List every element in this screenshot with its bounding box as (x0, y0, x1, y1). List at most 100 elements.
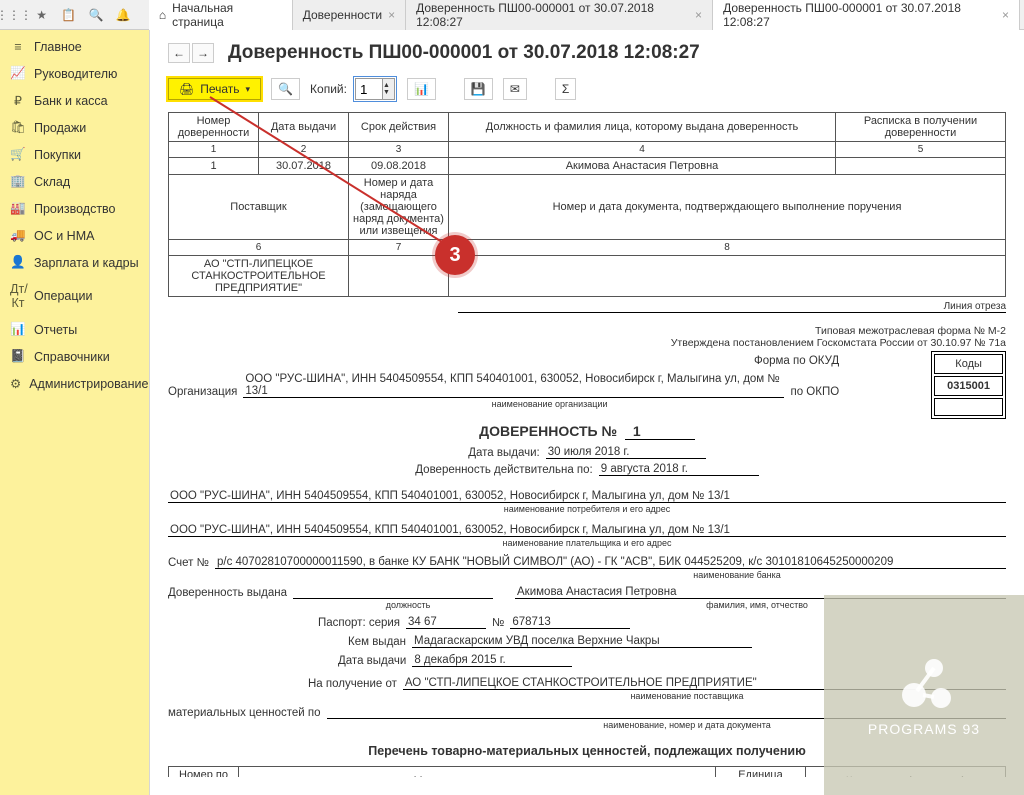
goods-label: материальных ценностей по (168, 707, 321, 719)
issued-label: Доверенность выдана (168, 587, 287, 599)
cell: 1 (169, 142, 259, 158)
bell-icon[interactable]: 🔔 (114, 5, 133, 25)
cell: 30.07.2018 (259, 158, 349, 175)
sidebar-icon: Дт/Кт (10, 282, 26, 310)
sidebar: ≡Главное📈Руководителю ₽ Банк и касса 🛍 Прода… (0, 30, 150, 795)
watermark: PROGRAMS 93 (824, 595, 1024, 795)
sidebar-icon: 🏭 (10, 201, 26, 216)
page-title: Доверенность ПШ00-000001 от 30.07.2018 1… (228, 42, 700, 64)
tab-label: Доверенность ПШ00-000001 от 30.07.2018 1… (416, 1, 689, 29)
preview-button[interactable]: 🔍 (271, 78, 300, 100)
passport-date-value: 8 декабря 2015 г. (412, 654, 572, 667)
sidebar-label: Продажи (34, 121, 86, 135)
sidebar-icon: 🏢 (10, 174, 26, 189)
sidebar-item-6[interactable]: 🏭 Производство (0, 195, 149, 222)
account-label: Счет № (168, 557, 209, 569)
cell: Акимова Анастасия Петровна (449, 158, 836, 175)
sidebar-label: Банк и касса (34, 94, 108, 108)
cell: Единица измерения (716, 767, 806, 778)
okud-label: Форма по ОКУД (754, 355, 839, 367)
cell (836, 158, 1006, 175)
consumer-value: ООО "РУС-ШИНА", ИНН 5404509554, КПП 5404… (168, 490, 1006, 503)
sidebar-item-2[interactable]: ₽ Банк и касса (0, 87, 149, 114)
sidebar-label: Покупки (34, 148, 81, 162)
sidebar-item-8[interactable]: 👤Зарплата и кадры (0, 249, 149, 276)
sidebar-label: Производство (34, 202, 116, 216)
excel-button[interactable]: 📊 (407, 78, 436, 100)
passport-num: 678713 (510, 616, 630, 629)
cell: Материальные ценности (239, 767, 716, 778)
sidebar-icon: ₽ (10, 93, 26, 108)
home-icon: ⌂ (159, 8, 166, 22)
sidebar-label: Операции (34, 289, 92, 303)
copies-spinner[interactable]: ▲▼ (383, 78, 395, 100)
back-button[interactable]: ← (168, 43, 190, 63)
payer-sub: наименование плательщика и его адрес (168, 538, 1006, 548)
cell: Должность и фамилия лица, которому выдан… (449, 113, 836, 142)
sidebar-item-5[interactable]: 🏢 Склад (0, 168, 149, 195)
sidebar-label: Главное (34, 40, 82, 54)
action-bar: 🖨 Печать ▾ 🔍 Копий: ▲▼ 📊 💾 ✉ Σ (150, 70, 1024, 112)
cell: 1 (169, 158, 259, 175)
close-icon[interactable]: × (1002, 8, 1009, 22)
sidebar-item-12[interactable]: ⚙ Администрирование (0, 370, 149, 397)
tab-2[interactable]: Доверенность ПШ00-000001 от 30.07.2018 1… (406, 0, 713, 30)
position-sub: должность (308, 600, 508, 610)
sidebar-item-1[interactable]: 📈Руководителю (0, 60, 149, 87)
sum-button[interactable]: Σ (555, 78, 576, 100)
sidebar-item-3[interactable]: 🛍 Продажи (0, 114, 149, 141)
sidebar-label: Администрирование (29, 377, 148, 391)
cut-line: Линия отреза (458, 297, 1006, 313)
close-icon[interactable]: × (388, 8, 395, 22)
sidebar-item-7[interactable]: 🚚ОС и НМА (0, 222, 149, 249)
tab-3[interactable]: Доверенность ПШ00-000001 от 30.07.2018 1… (713, 0, 1020, 30)
sidebar-icon: 📓 (10, 349, 26, 364)
org-label: Организация (168, 386, 237, 398)
sidebar-item-4[interactable]: 🛒 Покупки (0, 141, 149, 168)
okpo-label: по ОКПО (790, 386, 839, 398)
forward-button[interactable]: → (192, 43, 214, 63)
sidebar-label: Справочники (34, 350, 110, 364)
search-icon[interactable]: 🔍 (86, 5, 105, 25)
doc-title: ДОВЕРЕННОСТЬ № 1 (168, 423, 1006, 440)
close-icon[interactable]: × (695, 8, 702, 22)
sidebar-icon: 📈 (10, 66, 26, 81)
sidebar-icon: 🚚 (10, 228, 26, 243)
cell: Расписка в получении доверенности (836, 113, 1006, 142)
form-note-2: Утверждена постановлением Госкомстата Ро… (168, 337, 1006, 349)
sidebar-item-0[interactable]: ≡Главное (0, 34, 149, 60)
issuedby-value: Мадагаскарским УВД поселка Верхние Чакры (412, 635, 752, 648)
tab-1[interactable]: Доверенности× (293, 0, 406, 30)
tab-label: Доверенность ПШ00-000001 от 30.07.2018 1… (723, 1, 996, 29)
tab-label: Начальная страница (172, 1, 282, 29)
issued-position (293, 598, 493, 599)
copies-input[interactable] (355, 78, 383, 100)
sidebar-icon: 🛍 (10, 120, 26, 135)
paste-icon[interactable]: 📋 (59, 5, 78, 25)
tab-0[interactable]: ⌂ Начальная страница (149, 0, 293, 30)
copies-label: Копий: (310, 82, 347, 96)
apps-icon[interactable]: ⋮⋮⋮ (4, 5, 24, 25)
sidebar-item-10[interactable]: 📊Отчеты (0, 316, 149, 343)
sidebar-label: Отчеты (34, 323, 77, 337)
sidebar-icon: 🛒 (10, 147, 26, 162)
sidebar-label: Склад (34, 175, 70, 189)
watermark-text: PROGRAMS 93 (868, 721, 980, 737)
copies-control: Копий: ▲▼ (310, 76, 397, 102)
sidebar-icon: 👤 (10, 255, 26, 270)
payer-value: ООО "РУС-ШИНА", ИНН 5404509554, КПП 5404… (168, 524, 1006, 537)
cell: 5 (836, 142, 1006, 158)
sidebar-item-9[interactable]: Дт/Кт Операции (0, 276, 149, 316)
mail-button[interactable]: ✉ (503, 78, 527, 100)
org-value: ООО "РУС-ШИНА", ИНН 5404509554, КПП 5404… (243, 373, 784, 398)
star-icon[interactable]: ★ (32, 5, 51, 25)
save-button[interactable]: 💾 (464, 78, 493, 100)
cell: Срок действия (349, 113, 449, 142)
sidebar-icon: ⚙ (10, 376, 21, 391)
issue-date-label: Дата выдачи: (468, 447, 540, 459)
codes-box: Коды 0315001 (931, 351, 1006, 419)
print-button[interactable]: 🖨 Печать ▾ (168, 78, 261, 100)
sidebar-item-11[interactable]: 📓 Справочники (0, 343, 149, 370)
account-sub: наименование банка (468, 570, 1006, 580)
receipt-label: На получение от (308, 678, 397, 690)
